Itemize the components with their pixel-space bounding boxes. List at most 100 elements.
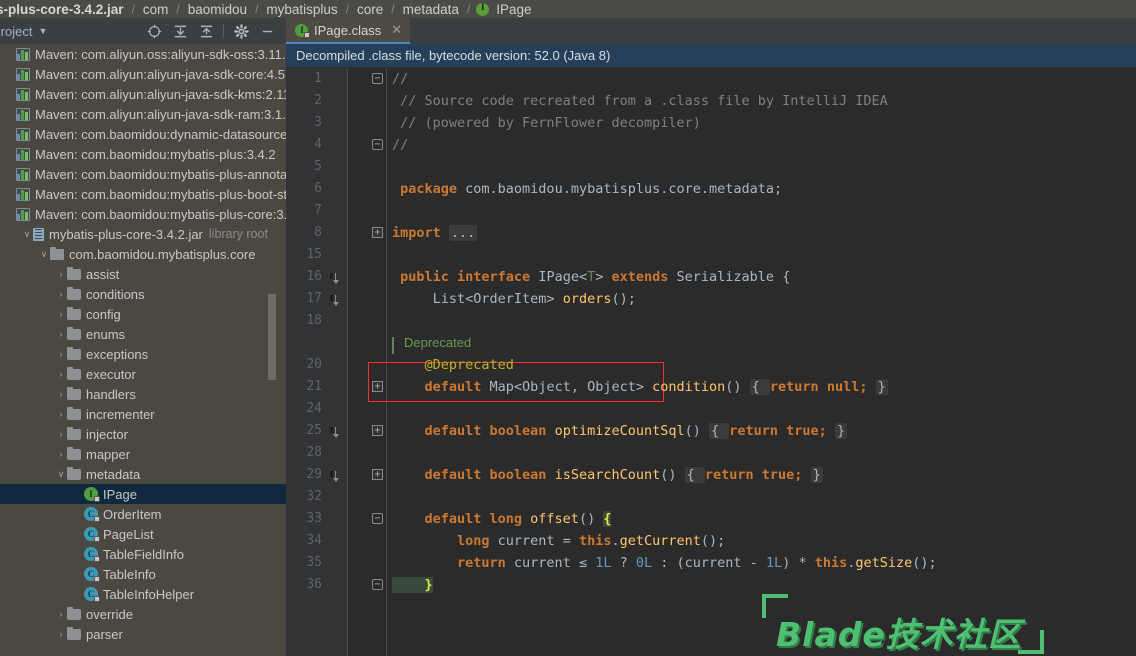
folded-javadoc-text[interactable]: Deprecated — [404, 332, 471, 354]
code-view[interactable]: Blade技术社区 1−//2 // Source code recreated… — [286, 68, 1136, 656]
breadcrumb-item[interactable]: metadata — [401, 2, 461, 17]
close-icon[interactable]: ✕ — [391, 22, 402, 38]
overridden-marker-icon[interactable] — [326, 468, 340, 482]
code-line[interactable]: 1 −// — [286, 68, 1136, 90]
code-line[interactable]: Deprecated — [286, 332, 1136, 354]
project-panel-title[interactable]: Project — [0, 24, 32, 39]
tree-node[interactable]: › incrementer — [0, 404, 286, 424]
locate-icon[interactable] — [141, 19, 167, 43]
code-line[interactable]: 18 — [286, 310, 1136, 332]
fold-expand-icon[interactable]: + — [372, 381, 383, 392]
chevron-down-icon[interactable]: ▼ — [38, 26, 47, 36]
tree-node[interactable]: › config — [0, 304, 286, 324]
code-line[interactable]: 16 public interface IPage<T> extends Ser… — [286, 266, 1136, 288]
implemented-marker-icon[interactable] — [326, 270, 340, 284]
code-line[interactable]: 17 List<OrderItem> orders(); — [286, 288, 1136, 310]
code-line[interactable]: 32 — [286, 486, 1136, 508]
tree-node[interactable]: › mapper — [0, 444, 286, 464]
code-line[interactable]: 2 // Source code recreated from a .class… — [286, 90, 1136, 112]
project-tree-scrollbar[interactable] — [268, 294, 276, 380]
tree-node[interactable]: › exceptions — [0, 344, 286, 364]
chevron-right-icon[interactable]: › — [55, 389, 67, 399]
breadcrumb-item[interactable]: mybatisplus — [264, 2, 339, 17]
tree-node[interactable]: Maven: com.baomidou:mybatis-plus:3.4.2 — [0, 144, 286, 164]
breadcrumb-item[interactable]: com — [141, 2, 171, 17]
chevron-right-icon[interactable]: › — [55, 409, 67, 419]
chevron-right-icon[interactable]: › — [55, 309, 67, 319]
code-line[interactable]: 5 — [286, 156, 1136, 178]
fold-collapse-icon[interactable]: − — [372, 513, 383, 524]
chevron-down-icon[interactable]: ∨ — [21, 229, 33, 240]
tree-node[interactable]: Maven: com.baomidou:mybatis-plus-core:3.… — [0, 204, 286, 224]
tree-node[interactable]: Maven: com.aliyun.oss:aliyun-sdk-oss:3.1… — [0, 44, 286, 64]
implemented-marker-icon[interactable] — [326, 292, 340, 306]
code-line[interactable]: 24 — [286, 398, 1136, 420]
code-line[interactable]: 20 @Deprecated — [286, 354, 1136, 376]
tree-node[interactable]: TableFieldInfo — [0, 544, 286, 564]
chevron-right-icon[interactable]: › — [55, 629, 67, 639]
code-line[interactable]: 4 −// — [286, 134, 1136, 156]
tree-node[interactable]: › enums — [0, 324, 286, 344]
code-line[interactable]: 35 return current ≤ 1L ? 0L : (current -… — [286, 552, 1136, 574]
code-line[interactable]: 6 package com.baomidou.mybatisplus.core.… — [286, 178, 1136, 200]
code-line[interactable]: 25 + default boolean optimizeCountSql() {… — [286, 420, 1136, 442]
chevron-right-icon[interactable]: › — [55, 329, 67, 339]
chevron-right-icon[interactable]: › — [55, 429, 67, 439]
tree-node[interactable]: › parser — [0, 624, 286, 644]
tab-ipage-class[interactable]: IPage.class ✕ — [286, 18, 411, 44]
code-line[interactable]: 3 // (powered by FernFlower decompiler) — [286, 112, 1136, 134]
tree-node[interactable]: › override — [0, 604, 286, 624]
code-line[interactable]: 7 — [286, 200, 1136, 222]
tree-node[interactable]: Maven: com.aliyun:aliyun-java-sdk-core:4… — [0, 64, 286, 84]
chevron-right-icon[interactable]: › — [55, 369, 67, 379]
tree-node[interactable]: ∨ mybatis-plus-core-3.4.2.jar library root — [0, 224, 286, 244]
breadcrumb-item[interactable]: IPage — [494, 2, 533, 17]
code-line[interactable]: 28 — [286, 442, 1136, 464]
code-line[interactable]: 34 long current = this.getCurrent(); — [286, 530, 1136, 552]
overridden-marker-icon[interactable] — [326, 424, 340, 438]
code-line[interactable]: 36 − } — [286, 574, 1136, 596]
project-tree[interactable]: Maven: com.aliyun.oss:aliyun-sdk-oss:3.1… — [0, 44, 286, 656]
chevron-right-icon[interactable]: › — [55, 289, 67, 299]
tree-node[interactable]: ∨ metadata — [0, 464, 286, 484]
breadcrumb-item[interactable]: core — [355, 2, 385, 17]
code-line[interactable]: 33 − default long offset() { — [286, 508, 1136, 530]
tree-node[interactable]: › executor — [0, 364, 286, 384]
fold-expand-icon[interactable]: + — [372, 425, 383, 436]
tree-node[interactable]: › handlers — [0, 384, 286, 404]
tree-node[interactable]: OrderItem — [0, 504, 286, 524]
tree-node[interactable]: TableInfoHelper — [0, 584, 286, 604]
chevron-down-icon[interactable]: ∨ — [55, 469, 67, 480]
chevron-right-icon[interactable]: › — [55, 609, 67, 619]
tree-node[interactable]: › conditions — [0, 284, 286, 304]
code-line[interactable]: 15 — [286, 244, 1136, 266]
tree-node[interactable]: TableInfo — [0, 564, 286, 584]
tree-node-selected[interactable]: IPage — [0, 484, 286, 504]
breadcrumb-item[interactable]: baomidou — [186, 2, 249, 17]
chevron-right-icon[interactable]: › — [55, 349, 67, 359]
chevron-down-icon[interactable]: ∨ — [38, 249, 50, 260]
tree-node[interactable]: Maven: com.baomidou:mybatis-plus-annotat — [0, 164, 286, 184]
tree-node[interactable]: Maven: com.baomidou:dynamic-datasource- — [0, 124, 286, 144]
collapse-all-icon[interactable] — [193, 19, 219, 43]
code-line[interactable]: 8 + import ... — [286, 222, 1136, 244]
breadcrumb-item[interactable]: s-plus-core-3.4.2.jar — [0, 2, 126, 17]
chevron-right-icon[interactable]: › — [55, 269, 67, 279]
breadcrumb[interactable]: s-plus-core-3.4.2.jar / com / baomidou / mybat… — [0, 0, 1136, 18]
chevron-right-icon[interactable]: › — [55, 449, 67, 459]
tree-node[interactable]: › assist — [0, 264, 286, 284]
tree-node[interactable]: Maven: com.aliyun:aliyun-java-sdk-ram:3.… — [0, 104, 286, 124]
tree-node[interactable]: PageList — [0, 524, 286, 544]
settings-gear-icon[interactable] — [228, 19, 254, 43]
hide-panel-icon[interactable] — [254, 19, 280, 43]
tree-node[interactable]: Maven: com.aliyun:aliyun-java-sdk-kms:2.… — [0, 84, 286, 104]
fold-collapse-icon[interactable]: − — [372, 139, 383, 150]
fold-expand-icon[interactable]: + — [372, 227, 383, 238]
tree-node[interactable]: ∨ com.baomidou.mybatisplus.core — [0, 244, 286, 264]
code-line[interactable]: 29 + default boolean isSearchCount() { re… — [286, 464, 1136, 486]
code-line[interactable]: 21 + default Map<Object, Object> conditio… — [286, 376, 1136, 398]
fold-collapse-icon[interactable]: − — [372, 73, 383, 84]
expand-all-icon[interactable] — [167, 19, 193, 43]
tree-node[interactable]: Maven: com.baomidou:mybatis-plus-boot-st — [0, 184, 286, 204]
fold-collapse-icon[interactable]: − — [372, 579, 383, 590]
